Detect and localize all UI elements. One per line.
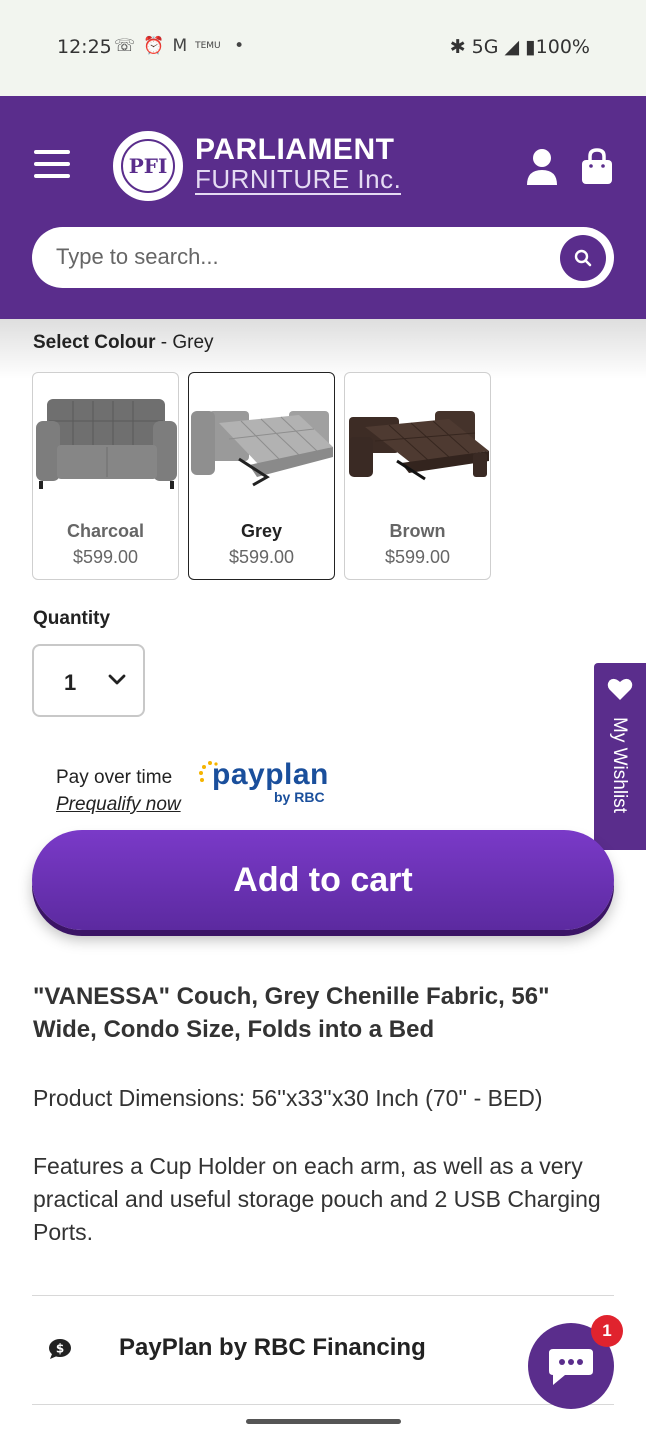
account-icon[interactable]	[525, 148, 559, 186]
bluetooth-icon: ✱	[449, 36, 466, 58]
product-features: Features a Cup Holder on each arm, as we…	[33, 1153, 601, 1245]
status-bar: 12:25 ☏⏰MTEMU • ✱ 5G ◢ ▮100%	[0, 0, 646, 96]
search-input[interactable]	[56, 239, 556, 275]
network-label: 5G	[471, 36, 499, 58]
missed-call-icon: ☏	[114, 36, 144, 56]
logo-badge: PFI	[113, 131, 183, 201]
site-logo[interactable]: PFI PARLIAMENT FURNITURE Inc.	[113, 129, 413, 201]
colour-option-name: Brown	[389, 521, 446, 541]
colour-option-grey[interactable]: Grey $599.00	[188, 372, 335, 580]
quantity-value: 1	[64, 670, 77, 695]
brown-sofa-bed-image	[349, 411, 489, 481]
add-to-cart-label: Add to cart	[233, 860, 413, 899]
payplan-brand: payplan	[212, 758, 329, 791]
quantity-label: Quantity	[33, 608, 111, 629]
divider	[32, 1404, 614, 1405]
colour-option-price: $599.00	[228, 547, 295, 567]
search-button[interactable]	[560, 235, 606, 281]
prequalify-link[interactable]: Prequalify now	[56, 794, 181, 816]
battery-level: 100%	[535, 36, 590, 58]
financing-chat-icon: $	[49, 1339, 71, 1359]
status-notification-icons: ☏⏰MTEMU •	[114, 36, 252, 56]
grey-sofa-bed-image	[191, 411, 333, 487]
select-colour-title: Select Colour	[33, 332, 156, 353]
colour-option-name: Charcoal	[66, 521, 145, 541]
select-colour-current: - Grey	[155, 332, 214, 353]
dot-icon: •	[234, 36, 253, 56]
payplan-accordion-label: PayPlan by RBC Financing	[119, 1334, 426, 1361]
battery-icon: ▮	[525, 36, 536, 58]
menu-icon[interactable]	[34, 150, 70, 182]
logo-title: PARLIAMENT	[195, 133, 395, 166]
colour-option-brown[interactable]: Brown $599.00	[344, 372, 491, 580]
logo-subtitle: FURNITURE Inc.	[195, 164, 402, 195]
temu-icon: TEMU	[195, 41, 221, 51]
status-time: 12:25	[57, 36, 112, 58]
wishlist-label: My Wishlist	[609, 717, 630, 814]
svg-text:$: $	[56, 1342, 64, 1356]
quantity-select[interactable]: 1	[32, 644, 145, 717]
chevron-down-icon	[108, 674, 126, 685]
logo-monogram: PFI	[121, 139, 175, 193]
signal-icon: ◢	[504, 36, 520, 58]
search-bar	[32, 227, 614, 288]
colour-option-price: $599.00	[384, 547, 451, 567]
payplan-logo: payplan by RBC	[198, 758, 338, 810]
product-dimensions: Product Dimensions: 56''x33''x30 Inch (7…	[33, 1085, 543, 1111]
status-right: ✱ 5G ◢ ▮100%	[450, 36, 590, 58]
heart-icon	[607, 678, 633, 700]
payplan-accordion[interactable]: $ PayPlan by RBC Financing	[32, 1296, 614, 1404]
shopping-bag-icon[interactable]	[580, 148, 614, 186]
colour-option-price: $599.00	[72, 547, 139, 567]
alarm-icon: ⏰	[143, 36, 173, 56]
colour-option-name: Grey	[240, 521, 283, 541]
chat-icon	[549, 1349, 593, 1385]
home-indicator[interactable]	[246, 1419, 401, 1424]
colour-option-charcoal[interactable]: Charcoal $599.00	[32, 372, 179, 580]
chat-notification-badge: 1	[591, 1315, 623, 1347]
gmail-icon: M	[172, 36, 196, 56]
pay-over-time-text: Pay over time	[56, 767, 173, 788]
product-title: "VANESSA" Couch, Grey Chenille Fabric, 5…	[33, 983, 550, 1043]
add-to-cart-button[interactable]: Add to cart	[32, 830, 614, 930]
wishlist-tab[interactable]: My Wishlist	[594, 663, 646, 850]
charcoal-couch-image	[36, 399, 177, 489]
payplan-brand-sub: by RBC	[274, 789, 325, 805]
select-colour-label: Select Colour - Grey	[33, 332, 214, 354]
search-icon	[574, 249, 592, 267]
